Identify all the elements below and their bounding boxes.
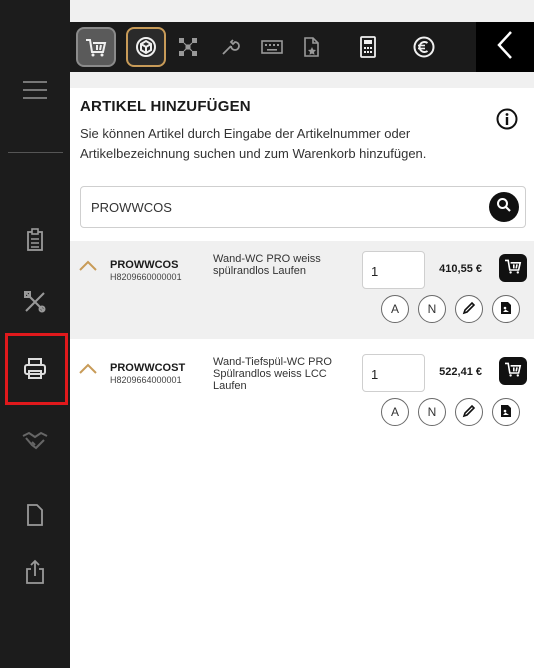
a-button[interactable]: A bbox=[381, 295, 409, 323]
pencil-icon bbox=[462, 404, 476, 421]
article-number: H8209664000001 bbox=[110, 375, 182, 385]
document-icon[interactable] bbox=[0, 485, 70, 545]
article-price: 410,55 € bbox=[439, 263, 482, 275]
quantity-field bbox=[362, 354, 425, 392]
cart-icon[interactable] bbox=[76, 27, 116, 67]
chevron-left-icon bbox=[497, 30, 513, 64]
euro-icon[interactable] bbox=[404, 27, 444, 67]
quantity-input[interactable] bbox=[371, 261, 416, 281]
network-icon[interactable] bbox=[168, 27, 208, 67]
n-button[interactable]: N bbox=[418, 398, 446, 426]
quantity-input[interactable] bbox=[371, 364, 416, 384]
article-code: PROWWCOS bbox=[110, 259, 179, 271]
share-icon[interactable] bbox=[0, 542, 70, 602]
chevron-up-icon[interactable] bbox=[78, 257, 98, 276]
quantity-field bbox=[362, 251, 425, 289]
keyboard-icon[interactable] bbox=[252, 27, 292, 67]
back-button[interactable] bbox=[476, 22, 534, 72]
search-input[interactable] bbox=[91, 197, 471, 217]
datasheet-button[interactable] bbox=[492, 398, 520, 426]
result-row: PROWWCOS H8209660000001 Wand-WC PRO weis… bbox=[70, 241, 534, 339]
article-name: Wand-WC PRO weiss spülrandlos Laufen bbox=[213, 253, 321, 277]
n-button[interactable]: N bbox=[418, 295, 446, 323]
document-image-icon bbox=[500, 404, 512, 421]
selected-highlight bbox=[5, 333, 68, 405]
add-to-cart-button[interactable] bbox=[499, 254, 527, 282]
a-button[interactable]: A bbox=[381, 398, 409, 426]
pencil-icon bbox=[462, 301, 476, 318]
article-code: PROWWCOST bbox=[110, 362, 186, 374]
cart-icon bbox=[504, 361, 522, 381]
edit-button[interactable] bbox=[455, 398, 483, 426]
search-button[interactable] bbox=[489, 192, 519, 222]
cart-icon bbox=[504, 258, 522, 278]
clipboard-icon[interactable] bbox=[0, 210, 70, 270]
menu-icon[interactable] bbox=[0, 60, 70, 120]
wrench-icon[interactable] bbox=[210, 27, 250, 67]
panel-title: ARTIKEL HINZUFÜGEN bbox=[80, 98, 251, 115]
left-sidebar bbox=[0, 0, 70, 668]
document-image-icon bbox=[500, 301, 512, 318]
chevron-up-icon[interactable] bbox=[78, 360, 98, 379]
datasheet-button[interactable] bbox=[492, 295, 520, 323]
calculator-icon[interactable] bbox=[348, 27, 388, 67]
info-icon[interactable] bbox=[496, 108, 518, 134]
handshake-icon[interactable] bbox=[0, 410, 70, 470]
article-number: H8209660000001 bbox=[110, 272, 182, 282]
panel-description: Sie können Artikel durch Eingabe der Art… bbox=[80, 126, 427, 161]
document-star-icon[interactable] bbox=[292, 27, 332, 67]
top-toolbar bbox=[70, 22, 534, 72]
edit-button[interactable] bbox=[455, 295, 483, 323]
add-article-panel: ARTIKEL HINZUFÜGEN Sie können Artikel du… bbox=[70, 88, 534, 668]
result-row: PROWWCOST H8209664000001 Wand-Tiefspül-W… bbox=[70, 344, 534, 442]
article-name: Wand-Tiefspül-WC PRO Spülrandlos weiss L… bbox=[213, 356, 332, 392]
box-icon[interactable] bbox=[126, 27, 166, 67]
sidebar-divider bbox=[8, 152, 63, 153]
search-icon bbox=[496, 197, 512, 217]
add-to-cart-button[interactable] bbox=[499, 357, 527, 385]
search-field bbox=[80, 186, 526, 228]
tools-icon[interactable] bbox=[0, 272, 70, 332]
article-price: 522,41 € bbox=[439, 366, 482, 378]
